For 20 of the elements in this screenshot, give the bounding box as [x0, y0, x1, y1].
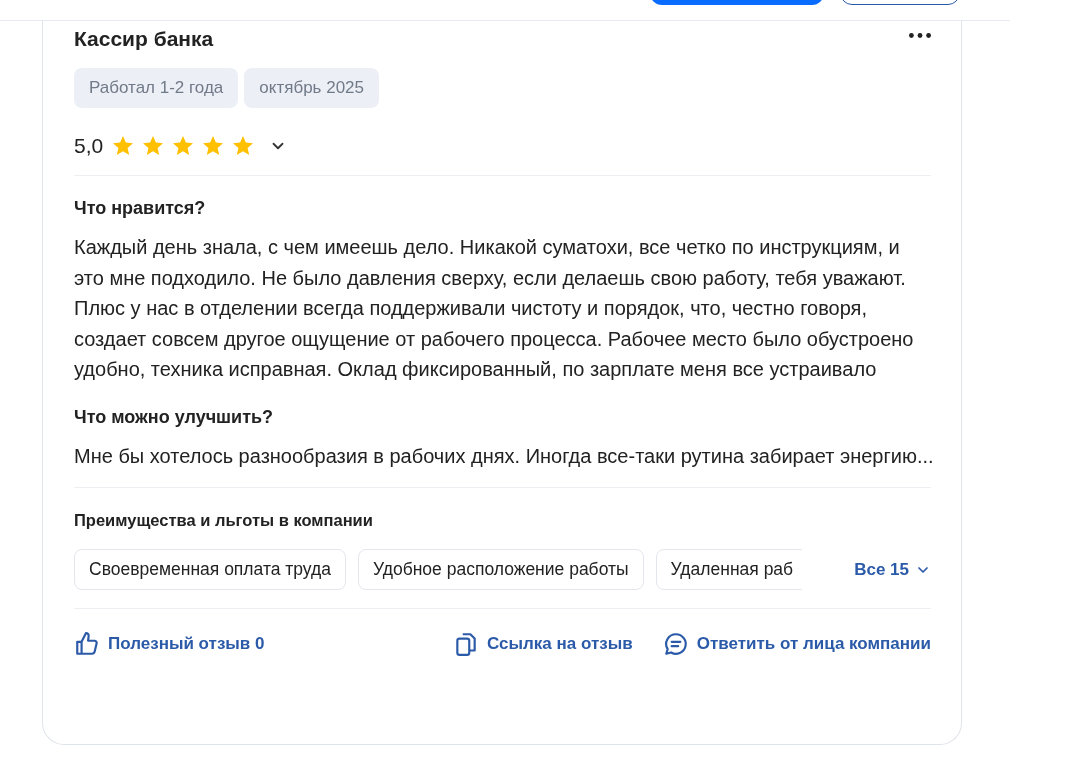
- show-all-link[interactable]: Все 15: [854, 559, 931, 580]
- benefit-chip: Своевременная оплата труда: [74, 549, 346, 590]
- rating-score: 5,0: [74, 134, 104, 158]
- review-link[interactable]: Ссылка на отзыв: [453, 631, 633, 657]
- benefit-chip: Удобное расположение работы: [358, 549, 644, 590]
- reply-button[interactable]: Ответить от лица компании: [662, 631, 931, 657]
- benefits-heading: Преимущества и льготы в компании: [74, 511, 374, 530]
- review-text: Каждый день знала, с чем имеешь дело. Никакой суматохи, все четко по инструкциям, и это мне подходило. Не было давления сверху, если делаешь свою работу, тебя уважают. Плюс у нас в отделении всегда поддерживали чистоту и порядок, что, честно говоря, создает совсем другое ощущение от рабочего процесса. Рабочее место было обустроено удобно, техника исправная. Оклад фиксированный, по зарплате меня все устраивало: [74, 235, 915, 382]
- thumbs-up-icon: [74, 631, 100, 657]
- review-text: Мне бы хотелось разнообразия в рабочих днях. Иногда все-таки рутина забирает энергию...: [74, 443, 934, 469]
- helpful-button[interactable]: Полезный отзыв 0: [74, 631, 265, 657]
- more-button[interactable]: [909, 33, 931, 38]
- section-heading: Что можно улучшить?: [74, 406, 275, 427]
- more-icon: [909, 33, 931, 38]
- section-heading: Что нравится?: [74, 198, 207, 218]
- review-title: Кассир банка: [74, 26, 214, 52]
- speech-bubble-icon: [662, 631, 689, 657]
- tag: октябрь 2025: [244, 68, 379, 108]
- tag: Работал 1-2 года: [74, 68, 239, 108]
- benefit-chip: Удаленная раб: [655, 549, 802, 590]
